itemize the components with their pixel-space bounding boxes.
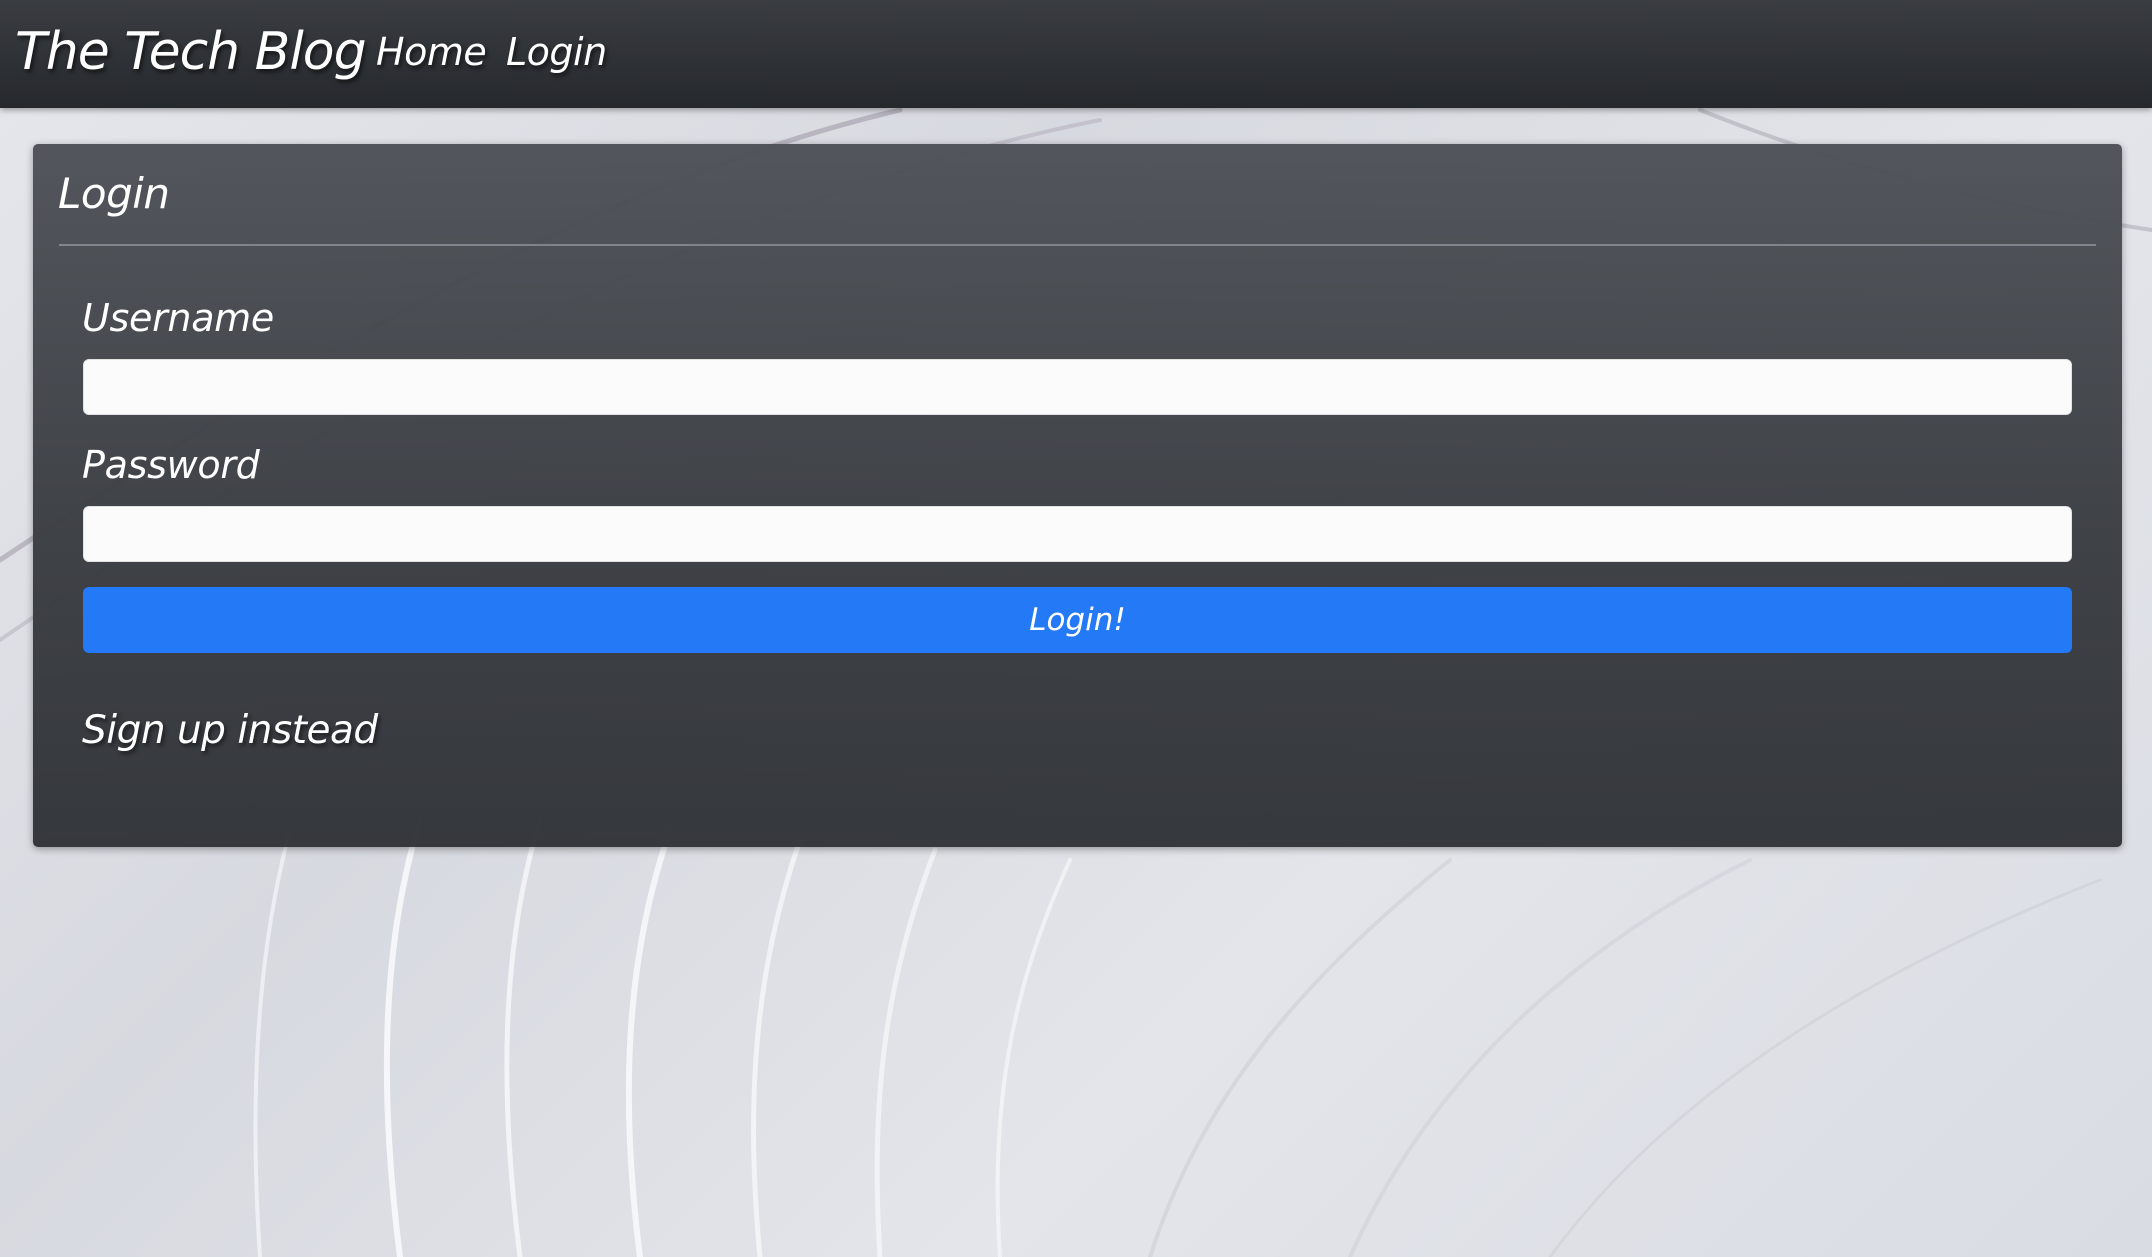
signup-link[interactable]: Sign up instead — [82, 704, 378, 758]
username-label: Username — [82, 296, 274, 340]
top-navbar: The Tech Blog Home Login — [0, 0, 2152, 108]
nav-link-home[interactable]: Home — [376, 26, 487, 78]
login-card: Login Username Password Login! Sign up i… — [33, 144, 2122, 847]
nav-link-login[interactable]: Login — [506, 26, 607, 78]
username-input[interactable] — [83, 359, 2072, 415]
password-input[interactable] — [83, 506, 2072, 562]
site-brand[interactable]: The Tech Blog — [15, 16, 367, 88]
login-card-title: Login — [58, 169, 170, 218]
login-submit-button[interactable]: Login! — [83, 587, 2072, 653]
password-label: Password — [82, 443, 260, 487]
card-divider — [59, 244, 2096, 246]
